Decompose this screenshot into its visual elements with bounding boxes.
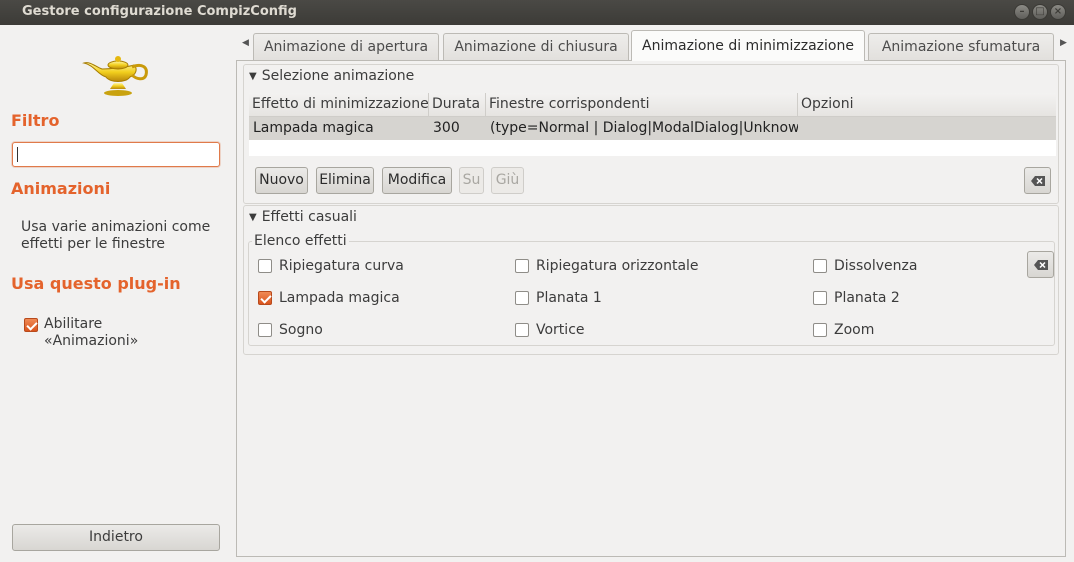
tab-opening[interactable]: Animazione di apertura xyxy=(253,33,439,60)
clear-icon xyxy=(1031,176,1045,186)
effect-option-label: Ripiegatura orizzontale xyxy=(536,258,699,274)
magic-lamp-icon xyxy=(82,56,148,96)
effect-option-label: Dissolvenza xyxy=(834,258,918,274)
reset-effects-button[interactable] xyxy=(1027,251,1054,278)
cell-windows: (type=Normal | Dialog|ModalDialog|Unknow… xyxy=(490,120,798,136)
checkbox[interactable] xyxy=(258,291,272,305)
text-caret xyxy=(17,147,18,162)
use-plugin-heading: Usa questo plug-in xyxy=(11,274,181,293)
tab-fade[interactable]: Animazione sfumatura xyxy=(868,33,1054,60)
enable-checkbox-label: Abilitare «Animazioni» xyxy=(44,316,138,350)
expander-down-icon: ▼ xyxy=(249,211,257,223)
checkbox[interactable] xyxy=(813,259,827,273)
maximize-button[interactable]: □ xyxy=(1032,4,1048,20)
cell-options xyxy=(798,117,1056,140)
checkbox[interactable] xyxy=(515,259,529,273)
close-button[interactable]: × xyxy=(1050,4,1066,20)
effect-option[interactable]: Planata 1 xyxy=(515,289,602,307)
table-row[interactable]: Lampada magica 300 (type=Normal | Dialog… xyxy=(249,117,1056,140)
animation-selection-expander[interactable]: ▼ Selezione animazione xyxy=(249,68,414,84)
checkbox[interactable] xyxy=(258,259,272,273)
checkbox[interactable] xyxy=(813,323,827,337)
title-bar: Gestore configurazione CompizConfig – □ … xyxy=(0,0,1074,25)
enable-label-line2: «Animazioni» xyxy=(44,333,139,349)
move-up-button[interactable]: Su xyxy=(459,167,484,194)
effect-option[interactable]: Zoom xyxy=(813,321,874,339)
effect-option-label: Ripiegatura curva xyxy=(279,258,404,274)
animation-table: Effetto di minimizzazione Durata Finestr… xyxy=(249,93,1056,156)
effect-option-label: Planata 1 xyxy=(536,290,602,306)
checkbox[interactable] xyxy=(515,323,529,337)
cell-duration: 300 xyxy=(433,120,460,136)
effect-option[interactable]: Lampada magica xyxy=(258,289,400,307)
effect-option-label: Planata 2 xyxy=(834,290,900,306)
back-button[interactable]: Indietro xyxy=(12,524,220,551)
edit-button[interactable]: Modifica xyxy=(382,167,452,194)
plugin-description: Usa varie animazioni come effetti per le… xyxy=(21,219,211,252)
filter-heading: Filtro xyxy=(11,111,60,130)
column-header-effect[interactable]: Effetto di minimizzazione xyxy=(249,93,429,117)
minimize-button[interactable]: – xyxy=(1014,4,1030,20)
effect-option[interactable]: Planata 2 xyxy=(813,289,900,307)
window-title: Gestore configurazione CompizConfig xyxy=(22,4,297,19)
effect-option[interactable]: Vortice xyxy=(515,321,585,339)
enable-plugin-checkbox[interactable]: Abilitare «Animazioni» xyxy=(24,316,138,350)
sidebar: Filtro Animazioni Usa varie animazioni c… xyxy=(0,25,232,562)
delete-button[interactable]: Elimina xyxy=(316,167,374,194)
checkbox[interactable] xyxy=(258,323,272,337)
tab-scroll-left-icon[interactable]: ◀ xyxy=(242,38,249,48)
checkbox[interactable] xyxy=(813,291,827,305)
move-down-button[interactable]: Giù xyxy=(491,167,524,194)
reset-selection-button[interactable] xyxy=(1024,167,1051,194)
table-header: Effetto di minimizzazione Durata Finestr… xyxy=(249,93,1056,117)
tab-scroll-right-icon[interactable]: ▶ xyxy=(1060,38,1067,48)
enable-checkbox-box[interactable] xyxy=(24,318,38,332)
column-header-options[interactable]: Opzioni xyxy=(798,93,1056,117)
effect-option[interactable]: Sogno xyxy=(258,321,323,339)
effect-option[interactable]: Ripiegatura orizzontale xyxy=(515,257,699,275)
column-header-duration[interactable]: Durata xyxy=(429,93,486,117)
tab-closing[interactable]: Animazione di chiusura xyxy=(443,33,629,60)
effect-option[interactable]: Ripiegatura curva xyxy=(258,257,404,275)
expander-down-icon: ▼ xyxy=(249,70,257,82)
column-header-windows[interactable]: Finestre corrispondenti xyxy=(486,93,798,117)
effect-option[interactable]: Dissolvenza xyxy=(813,257,917,275)
cell-effect: Lampada magica xyxy=(253,120,374,136)
enable-label-line1: Abilitare xyxy=(44,316,103,332)
checkbox[interactable] xyxy=(515,291,529,305)
animation-selection-title: Selezione animazione xyxy=(261,68,415,84)
filter-input[interactable] xyxy=(12,142,220,167)
random-effects-expander[interactable]: ▼ Effetti casuali xyxy=(249,209,357,225)
tab-minimize[interactable]: Animazione di minimizzazione xyxy=(631,30,865,61)
effect-option-label: Zoom xyxy=(834,322,875,338)
clear-icon xyxy=(1034,260,1048,270)
window-controls: – □ × xyxy=(1014,4,1066,20)
effect-option-label: Vortice xyxy=(536,322,585,338)
plugin-heading: Animazioni xyxy=(11,179,111,198)
new-button[interactable]: Nuovo xyxy=(255,167,308,194)
effect-option-label: Lampada magica xyxy=(279,290,400,306)
random-effects-title: Effetti casuali xyxy=(261,209,357,225)
effects-list-label: Elenco effetti xyxy=(252,233,349,249)
effect-option-label: Sogno xyxy=(279,322,323,338)
tab-bar: ◀ Animazione di apertura Animazione di c… xyxy=(236,30,1074,61)
